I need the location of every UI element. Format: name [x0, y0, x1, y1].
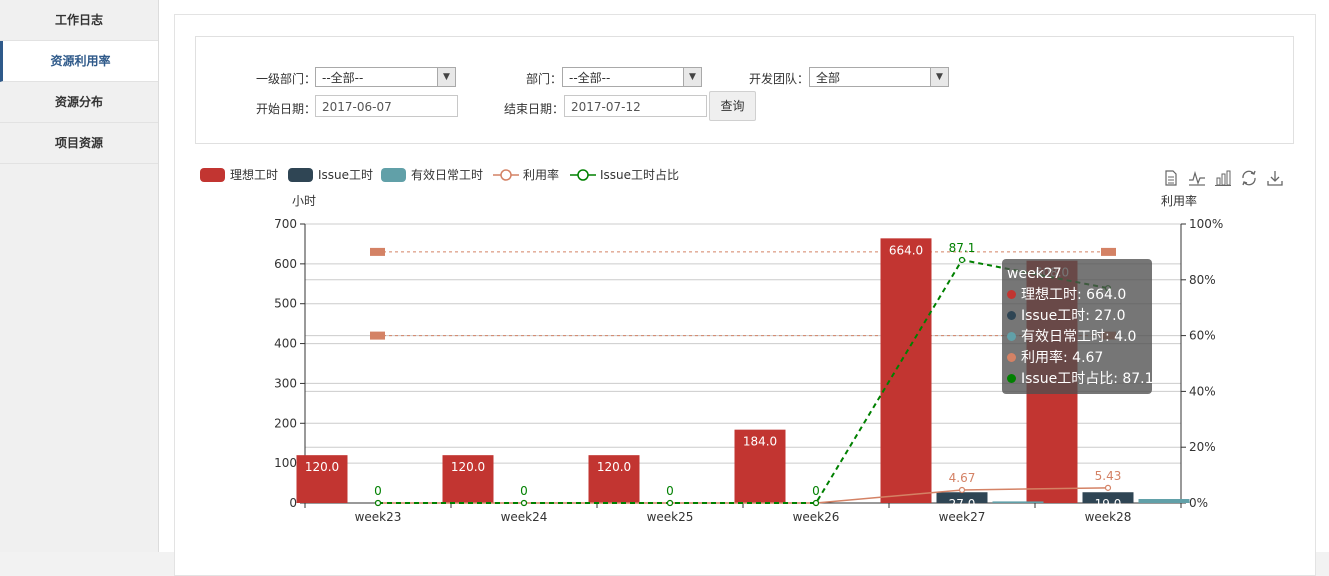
line-value-label: 5.43: [1095, 469, 1122, 483]
end-date-input[interactable]: 2017-07-12: [564, 95, 707, 117]
x-tick-label: week27: [939, 510, 986, 524]
tooltip-dot: [1007, 353, 1016, 362]
bar-value-label: 120.0: [597, 460, 631, 474]
bar-0: [880, 238, 932, 503]
bar-value-label: 120.0: [305, 460, 339, 474]
start-date-label: 开始日期：: [255, 102, 316, 116]
y-right-tick-label: 80%: [1189, 273, 1216, 287]
tooltip-text: Issue工时: 27.0: [1021, 308, 1126, 324]
mark-line-symbol: [1101, 247, 1116, 256]
y-tick-label: 200: [274, 416, 297, 430]
y-tick-label: 600: [274, 257, 297, 271]
y-right-tick-label: 20%: [1189, 440, 1216, 454]
tooltip-text: Issue工时占比: 87.1: [1021, 371, 1154, 387]
y-tick-label: 500: [274, 297, 297, 311]
dept-select[interactable]: --全部-- ▼: [562, 67, 702, 87]
tooltip-row: Issue工时: 27.0: [1007, 306, 1126, 326]
bar-value-label: 19.0: [1095, 497, 1122, 511]
start-date-input[interactable]: 2017-06-07: [315, 95, 458, 117]
line-point: [1104, 484, 1112, 491]
bar-value-label: 120.0: [451, 460, 485, 474]
bar-2: [1138, 499, 1190, 503]
tooltip-text: 利用率: 4.67: [1021, 350, 1104, 366]
chevron-down-icon: ▼: [930, 68, 948, 86]
line-point: [374, 499, 382, 507]
x-tick-label: week23: [355, 510, 402, 524]
bar-value-label: 664.0: [889, 243, 923, 257]
tooltip-row: 利用率: 4.67: [1007, 348, 1103, 368]
tooltip-text: 理想工时: 664.0: [1021, 287, 1127, 303]
tooltip-row: 有效日常工时: 4.0: [1007, 327, 1136, 347]
line-value-label: 0: [374, 484, 382, 498]
bar-2: [992, 501, 1044, 503]
tooltip-title: week27: [1007, 266, 1062, 282]
x-tick-label: week28: [1085, 510, 1132, 524]
line-point: [520, 499, 528, 507]
dept-level1-label: 一级部门：: [255, 72, 316, 86]
x-tick-label: week25: [647, 510, 694, 524]
sidebar-item-project-resources[interactable]: 项目资源: [0, 123, 158, 164]
bar-value-label: 184.0: [743, 435, 777, 449]
tooltip-dot: [1007, 290, 1016, 299]
chevron-down-icon: ▼: [683, 68, 701, 86]
y-right-tick-label: 60%: [1189, 329, 1216, 343]
y-tick-label: 700: [274, 217, 297, 231]
sidebar-item-work-log[interactable]: 工作日志: [0, 0, 158, 41]
sidebar: 工作日志 资源利用率 资源分布 项目资源: [0, 0, 159, 552]
dept-value: --全部--: [569, 71, 611, 85]
dev-team-value: 全部: [816, 71, 841, 85]
tooltip-row: 理想工时: 664.0: [1007, 285, 1126, 305]
y-right-tick-label: 100%: [1189, 217, 1223, 231]
tooltip-dot: [1007, 311, 1016, 320]
dept-level1-value: --全部--: [322, 71, 364, 85]
y-right-tick-label: 40%: [1189, 384, 1216, 398]
query-button[interactable]: 查询: [709, 91, 756, 121]
line-point: [812, 499, 820, 507]
y-right-tick-label: 0%: [1189, 496, 1208, 510]
y-axis-title: 小时: [292, 194, 316, 208]
mark-line-symbol: [370, 247, 385, 256]
x-tick-label: week24: [501, 510, 548, 524]
dev-team-label: 开发团队：: [748, 72, 809, 86]
x-tick-label: week26: [793, 510, 840, 524]
y-tick-label: 400: [274, 337, 297, 351]
line-value-label: 0: [666, 484, 674, 498]
y-tick-label: 300: [274, 376, 297, 390]
end-date-label: 结束日期：: [503, 102, 564, 116]
tooltip-text: 有效日常工时: 4.0: [1021, 329, 1137, 345]
dev-team-select[interactable]: 全部 ▼: [809, 67, 949, 87]
filter-form: 一级部门： --全部-- ▼ 部门： --全部-- ▼ 开发团队： 全部 ▼ 开…: [195, 36, 1294, 144]
dept-level1-select[interactable]: --全部-- ▼: [315, 67, 456, 87]
y-axis-right-title: 利用率: [1161, 193, 1197, 208]
y-tick-label: 100: [274, 456, 297, 470]
line-value-label: 0: [520, 484, 528, 498]
chevron-down-icon: ▼: [437, 68, 455, 86]
sidebar-item-resource-distribution[interactable]: 资源分布: [0, 82, 158, 123]
tooltip-row: Issue工时占比: 87.1: [1007, 369, 1154, 389]
sidebar-item-resource-utilization[interactable]: 资源利用率: [0, 41, 158, 82]
chart-tooltip: week27 理想工时: 664.0 Issue工时: 27.0 有效日常工时:…: [1002, 259, 1154, 394]
dept-label: 部门：: [525, 72, 562, 86]
tooltip-dot: [1007, 332, 1016, 341]
mark-line-symbol: [370, 331, 385, 340]
tooltip-dot: [1007, 374, 1016, 383]
y-tick-label: 0: [289, 496, 297, 510]
line-point: [666, 499, 674, 507]
line-value-label: 0: [812, 484, 820, 498]
